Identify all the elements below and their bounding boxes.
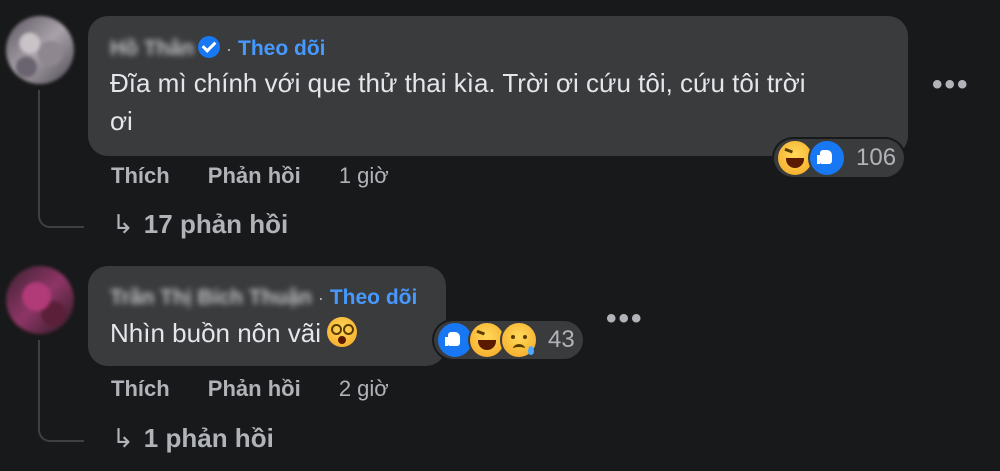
- separator-dot: ·: [226, 39, 232, 59]
- follow-link[interactable]: Theo dõi: [330, 286, 418, 309]
- reply-button[interactable]: Phản hồi: [208, 163, 301, 188]
- thread-line: [38, 340, 84, 442]
- separator-dot: ·: [317, 288, 324, 308]
- like-reaction-icon: [808, 139, 846, 177]
- reply-arrow-icon: ↳: [112, 209, 134, 239]
- more-horizontal-icon[interactable]: •••: [606, 302, 644, 336]
- replies-count-label: 17 phản hồi: [143, 209, 289, 239]
- reaction-count: 106: [856, 144, 897, 171]
- comment-bubble: Hồ Thân · Theo dõi Đĩa mì chính với que th…: [88, 16, 908, 156]
- author-name[interactable]: Hồ Thân: [110, 37, 194, 61]
- avatar[interactable]: [6, 16, 74, 84]
- verified-badge-icon: [198, 36, 220, 58]
- reaction-summary[interactable]: 106: [774, 139, 905, 177]
- timestamp[interactable]: 2 giờ: [339, 376, 389, 401]
- more-horizontal-icon[interactable]: •••: [932, 68, 970, 102]
- follow-link[interactable]: Theo dõi: [238, 37, 326, 60]
- replies-count-label: 1 phản hồi: [143, 423, 274, 453]
- reply-button[interactable]: Phản hồi: [208, 376, 301, 401]
- like-button[interactable]: Thích: [111, 376, 170, 401]
- sad-reaction-icon: [500, 321, 538, 359]
- like-button[interactable]: Thích: [111, 163, 170, 188]
- avatar[interactable]: [6, 266, 74, 334]
- thread-line: [38, 90, 84, 228]
- timestamp[interactable]: 1 giờ: [339, 163, 389, 188]
- reaction-count: 43: [548, 326, 575, 353]
- comment-bubble: Trần Thị Bích Thuận · Theo dõi Nhìn buồn n…: [88, 266, 446, 366]
- author-name[interactable]: Trần Thị Bích Thuận: [110, 286, 312, 310]
- comment-text-line: ơi: [110, 106, 133, 136]
- reply-arrow-icon: ↳: [112, 423, 134, 453]
- view-replies-link[interactable]: ↳ 17 phản hồi: [112, 209, 288, 240]
- reaction-summary[interactable]: 43: [434, 321, 583, 359]
- comment-text-line: Đĩa mì chính với que thử thai kìa. Trời …: [110, 68, 806, 98]
- view-replies-link[interactable]: ↳ 1 phản hồi: [112, 423, 274, 454]
- comment-text: Nhìn buồn nôn vãi: [110, 318, 322, 348]
- dizzy-face-emoji-icon: [327, 317, 358, 347]
